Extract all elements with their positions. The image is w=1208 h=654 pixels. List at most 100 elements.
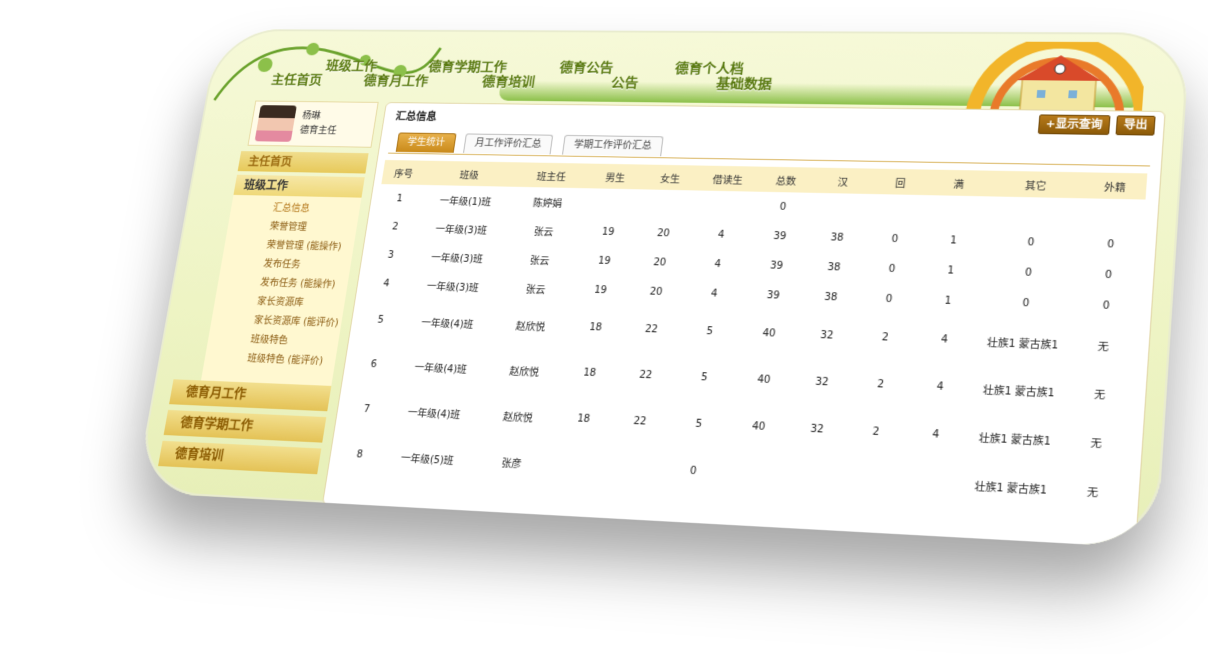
table-cell: 无 [1093, 389, 1106, 402]
table-cell: 6 [369, 358, 378, 370]
table-cell: 32 [819, 329, 834, 342]
table-cell [722, 449, 786, 499]
tab-bar: 学生统计 月工作评价汇总 学期工作评价汇总 [395, 132, 664, 157]
table-cell: 40 [751, 420, 766, 433]
table-cell: 18 [576, 412, 591, 425]
sidebar-training[interactable]: 德育培训 [158, 440, 322, 475]
nav-monthly-work[interactable]: 德育月工作 [362, 71, 430, 90]
table-cell: 4 [717, 229, 726, 241]
table-cell [583, 188, 642, 218]
sidebar-class-work[interactable]: 班级工作 [233, 174, 365, 198]
table-cell: 32 [809, 423, 825, 436]
nav-announcement[interactable]: 公告 [610, 73, 639, 92]
header: 班级工作 德育学期工作 德育公告 德育个人档 主任首页 德育月工作 德育培训 公… [206, 29, 1191, 111]
table-cell: 40 [761, 327, 777, 340]
table-cell: 0 [888, 263, 896, 275]
table-cell: 1 [395, 193, 404, 204]
table-cell [810, 193, 870, 224]
sidebar-home[interactable]: 主任首页 [237, 151, 369, 174]
col-header: 总数 [756, 166, 816, 193]
tab-student-stats[interactable]: 学生统计 [395, 132, 457, 153]
table-cell [603, 443, 666, 493]
table-cell: 19 [601, 226, 616, 238]
main-panel: 汇总信息 +显示查询 导出 学生统计 月工作评价汇总 学期工作评价汇总 序号 班… [321, 102, 1166, 549]
table-cell: 0 [1104, 269, 1113, 281]
table-cell: 20 [656, 227, 671, 239]
nav-director-home[interactable]: 主任首页 [270, 70, 323, 88]
table-cell: 张云 [533, 226, 554, 238]
table-cell: 一年级(3)班 [430, 252, 484, 265]
profile-role: 德育主任 [299, 125, 338, 137]
student-stats-table: 序号 班级 班主任 男生 女生 借读生 总数 汉 回 满 其它 外籍 1 一年级( [335, 159, 1148, 517]
table-cell [546, 441, 608, 490]
show-query-button[interactable]: +显示查询 [1037, 114, 1111, 135]
table-cell [899, 457, 964, 509]
export-button[interactable]: 导出 [1115, 115, 1156, 136]
table-cell: 32 [814, 376, 830, 388]
table-cell: 4 [382, 278, 391, 289]
table-cell: 赵欣悦 [515, 321, 546, 333]
table-cell [780, 451, 844, 502]
table-cell [867, 194, 928, 225]
table-cell: 39 [769, 260, 784, 272]
table-cell: 19 [593, 284, 608, 296]
table-cell: 22 [638, 369, 653, 381]
table-cell: 8 [355, 448, 364, 461]
table-cell: 18 [582, 367, 597, 379]
table-cell: 39 [772, 230, 787, 242]
table-cell [926, 195, 987, 226]
table-cell: 5 [694, 418, 703, 430]
profile-card: 杨琳 德育主任 [247, 100, 379, 148]
page-title: 汇总信息 [394, 110, 438, 123]
table-cell: 0 [1106, 238, 1115, 251]
table-cell [693, 190, 756, 220]
table-cell: 无 [1097, 341, 1110, 353]
table-cell: 5 [376, 314, 385, 326]
sidebar-submenu: 汇总信息 荣誉管理 荣誉管理 (能操作) 发布任务 发布任务 (能操作) 家长资… [200, 194, 362, 388]
nav-notice[interactable]: 德育公告 [558, 58, 615, 77]
table-cell: 39 [766, 289, 781, 302]
sidebar-term[interactable]: 德育学期工作 [163, 409, 327, 443]
table-cell: 22 [632, 415, 647, 428]
table-cell: 2 [391, 221, 400, 232]
table-cell: 张彦 [500, 457, 523, 470]
table-cell [984, 196, 1082, 228]
table-cell: 19 [597, 255, 612, 267]
profile-name: 杨琳 [301, 111, 322, 122]
table-cell: 一年级(4)班 [413, 362, 468, 376]
table-cell: 壮族1 蒙古族1 [982, 384, 1056, 400]
nav-training[interactable]: 德育培训 [481, 72, 536, 91]
table-cell: 38 [823, 291, 838, 303]
col-header: 汉 [813, 167, 873, 194]
tab-term-summary[interactable]: 学期工作评价汇总 [562, 134, 664, 157]
table-cell: 38 [826, 261, 842, 273]
table-body: 1 一年级(1)班 陈婷娟 0 2 一年级(3)班 张云 19 20 4 39 38 0 1 0 0 3 一年级(… [335, 184, 1145, 517]
table-cell: 壮族1 蒙古族1 [986, 337, 1059, 352]
col-header: 女生 [641, 164, 700, 191]
col-header: 回 [870, 168, 931, 196]
table-cell: 4 [940, 333, 949, 346]
avatar [254, 105, 297, 142]
table-cell: 20 [648, 286, 664, 298]
col-header: 外籍 [1082, 172, 1148, 200]
col-header: 序号 [381, 159, 427, 185]
col-header: 满 [928, 169, 990, 197]
table-cell: 18 [588, 321, 603, 333]
table-cell: 0 [1027, 236, 1035, 248]
table-cell: 38 [829, 231, 845, 244]
table-cell [637, 189, 696, 219]
table-cell: 1 [946, 264, 955, 277]
screenshot-stage: 班级工作 德育学期工作 德育公告 德育个人档 主任首页 德育月工作 德育培训 公… [0, 0, 1208, 654]
table-cell: 壮族1 蒙古族1 [974, 481, 1048, 497]
table-cell: 0 [689, 465, 698, 477]
table-cell: 一年级(3)班 [434, 224, 488, 237]
table-cell: 陈婷娟 [532, 198, 563, 210]
sidebar-monthly[interactable]: 德育月工作 [169, 379, 332, 412]
nav-basic-data[interactable]: 基础数据 [715, 74, 773, 93]
table-cell: 一年级(4)班 [406, 407, 461, 421]
table-cell: 壮族1 蒙古族1 [978, 432, 1052, 448]
tab-monthly-summary[interactable]: 月工作评价汇总 [463, 133, 554, 155]
table-cell: 2 [881, 331, 890, 344]
table-cell: 0 [1022, 297, 1030, 309]
table-cell: 张云 [529, 255, 550, 267]
